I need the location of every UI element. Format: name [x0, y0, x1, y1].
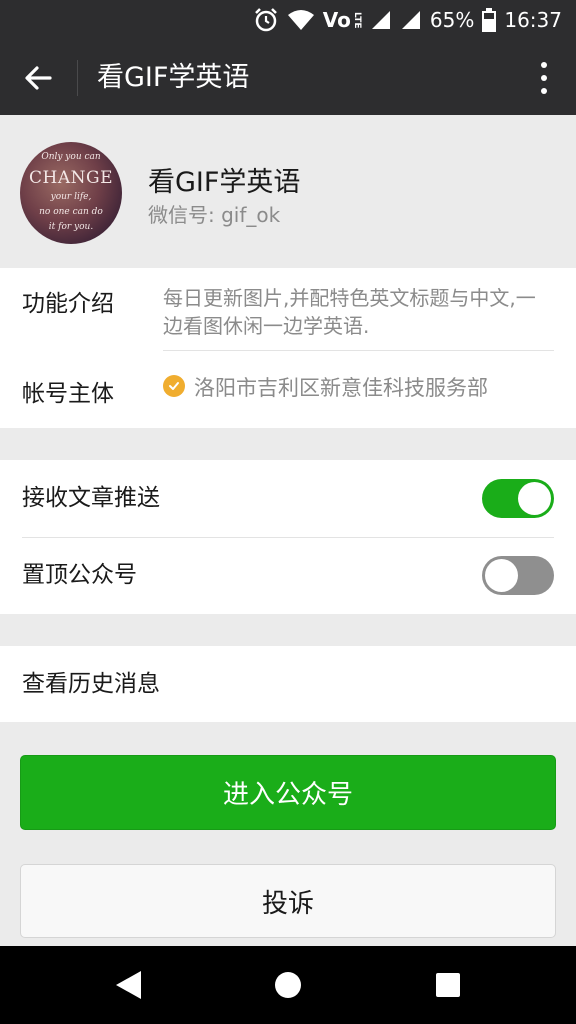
account-profile-header: Only you can CHANGE your life, no one ca… [0, 115, 576, 268]
more-vertical-icon [541, 62, 547, 68]
history-messages-label: 查看历史消息 [22, 671, 160, 697]
verified-icon [163, 375, 185, 397]
complain-button[interactable]: 投诉 [20, 864, 556, 938]
wifi-icon [287, 8, 315, 32]
account-name: 看GIF学英语 [148, 167, 301, 198]
pin-top-row: 置顶公众号 [0, 537, 576, 614]
account-info-card: 功能介绍 每日更新图片,并配特色英文标题与中文,一边看图休闲一边学英语. 帐号主… [0, 268, 576, 428]
pin-top-toggle[interactable] [482, 556, 554, 595]
avatar[interactable]: Only you can CHANGE your life, no one ca… [20, 142, 122, 244]
signal-icon-2 [400, 9, 422, 31]
toggle-knob [518, 482, 551, 515]
pin-top-label: 置顶公众号 [22, 562, 137, 588]
avatar-text-5: it for you. [48, 222, 94, 232]
volte-icon: Vo LTE [323, 8, 362, 32]
battery-icon [482, 8, 497, 32]
receive-push-toggle[interactable] [482, 479, 554, 518]
circle-home-icon [275, 972, 301, 998]
receive-push-row: 接收文章推送 [0, 460, 576, 538]
avatar-text-4: no one can do [39, 207, 103, 217]
volte-label: Vo [322, 8, 351, 32]
entity-text[interactable]: 洛阳市吉利区新意佳科技服务部 [194, 372, 488, 402]
nav-recents-button[interactable] [408, 946, 488, 1024]
back-button[interactable] [14, 54, 62, 102]
entity-label: 帐号主体 [22, 381, 114, 407]
receive-push-label: 接收文章推送 [22, 485, 160, 511]
alarm-icon [253, 7, 279, 33]
battery-percent: 65% [429, 8, 475, 32]
triangle-back-icon [116, 971, 141, 999]
back-arrow-icon [25, 66, 52, 90]
intro-text: 每日更新图片,并配特色英文标题与中文,一边看图休闲一边学英语. [163, 286, 536, 338]
avatar-text-3: your life, [50, 192, 92, 202]
lte-label: LTE [351, 11, 362, 29]
clock-time: 16:37 [504, 8, 562, 32]
intro-label: 功能介绍 [22, 291, 114, 317]
app-bar-title: 看GIF学英语 [97, 62, 250, 93]
enter-account-button[interactable]: 进入公众号 [20, 755, 556, 830]
app-bar: 看GIF学英语 [0, 40, 576, 115]
more-options-button[interactable] [532, 54, 556, 102]
status-indicators: Vo LTE 65% 16:37 [253, 0, 562, 40]
info-divider [163, 350, 554, 351]
settings-card: 接收文章推送 置顶公众号 [0, 460, 576, 614]
nav-home-button[interactable] [248, 946, 328, 1024]
system-navigation-bar [0, 946, 576, 1024]
signal-icon [370, 9, 392, 31]
wechat-id: 微信号: gif_ok [148, 203, 281, 227]
avatar-text-2: CHANGE [29, 168, 113, 188]
nav-back-button[interactable] [88, 946, 168, 1024]
app-bar-divider [77, 60, 78, 96]
history-messages-row[interactable]: 查看历史消息 [0, 646, 576, 722]
status-bar: Vo LTE 65% 16:37 [0, 0, 576, 40]
avatar-text-1: Only you can [41, 152, 101, 162]
square-recents-icon [436, 973, 460, 997]
toggle-knob [485, 559, 518, 592]
